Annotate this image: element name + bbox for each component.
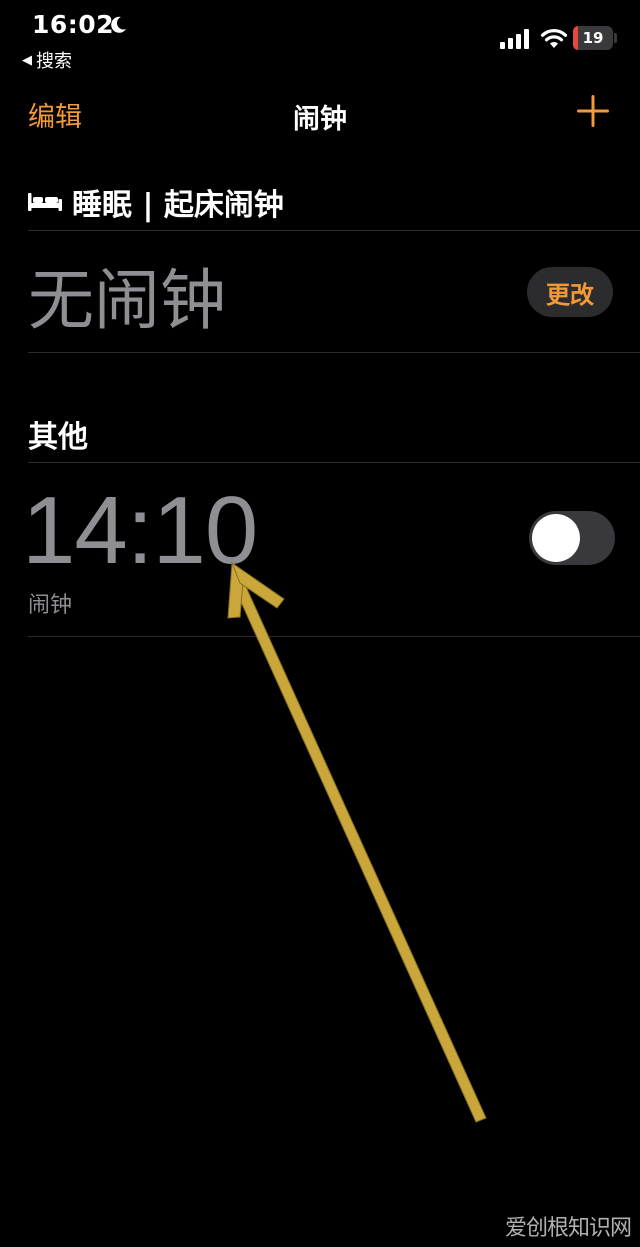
- other-section-header: 其他: [28, 420, 88, 455]
- change-button[interactable]: 更改: [527, 267, 613, 317]
- divider: [28, 352, 640, 353]
- cellular-signal-icon: [500, 29, 529, 49]
- wifi-icon: [540, 29, 568, 48]
- moon-icon: [111, 16, 126, 33]
- bed-icon: [28, 193, 62, 211]
- back-search-label: 搜索: [36, 51, 72, 72]
- divider: [28, 462, 640, 463]
- alarm-time[interactable]: 14:10: [22, 476, 258, 586]
- no-alarm-text: 无闹钟: [28, 262, 226, 339]
- sleep-section-title: 睡眠 | 起床闹钟: [72, 188, 284, 223]
- page-title: 闹钟: [293, 104, 347, 135]
- alarm-label: 闹钟: [28, 593, 73, 618]
- alarm-toggle-switch[interactable]: [529, 511, 615, 565]
- watermark: 爱创根知识网: [505, 1216, 632, 1241]
- edit-button[interactable]: 编辑: [28, 95, 82, 134]
- battery-indicator: 19: [573, 26, 613, 50]
- status-time: 16:02: [32, 10, 115, 39]
- toggle-knob: [532, 514, 580, 562]
- sleep-section-header: 睡眠 | 起床闹钟: [28, 180, 284, 224]
- battery-level: 19: [582, 29, 604, 47]
- add-alarm-button[interactable]: [574, 92, 612, 130]
- back-triangle-icon: ◀: [22, 52, 32, 68]
- divider: [28, 636, 640, 637]
- divider: [28, 230, 640, 231]
- battery-cap: [614, 33, 617, 43]
- battery-low-fill: [573, 26, 578, 50]
- back-to-search-link[interactable]: ◀ 搜索: [22, 47, 72, 73]
- plus-icon: [577, 95, 609, 127]
